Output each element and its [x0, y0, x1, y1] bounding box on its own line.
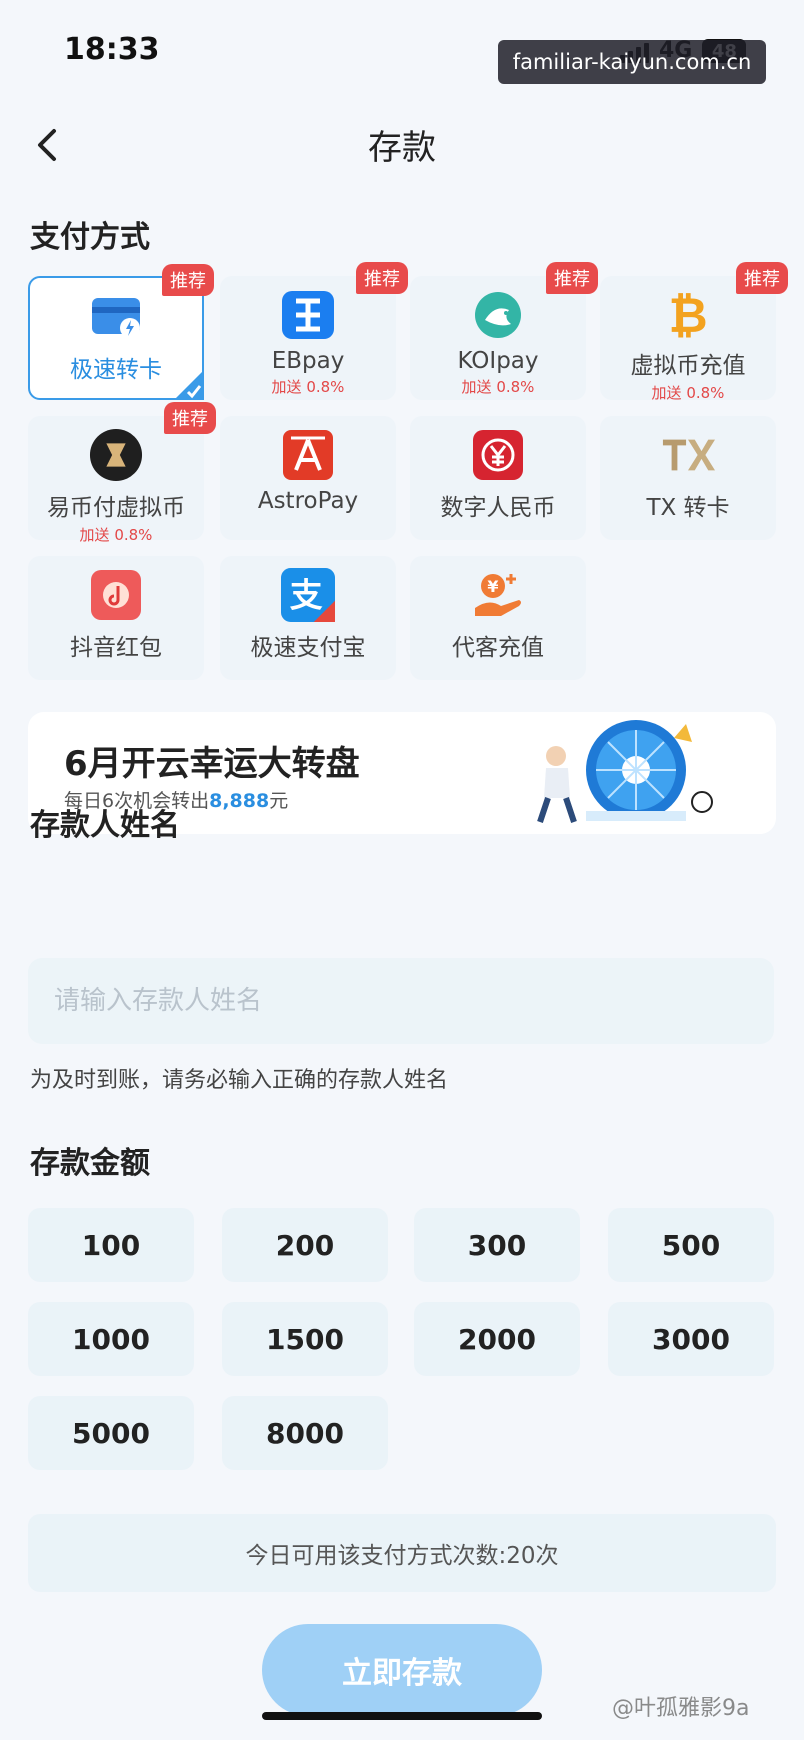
depositor-section-title: 存款人姓名: [30, 808, 180, 843]
payment-method-name: 数字人民币: [440, 495, 556, 521]
payment-method-card[interactable]: ¥ 代客充值: [410, 556, 586, 680]
amount-option[interactable]: 1000: [28, 1302, 194, 1376]
payment-method-name: KOIpay: [457, 348, 539, 374]
digital-rmb-icon: [471, 428, 525, 482]
payment-method-name: 虚拟币充值: [630, 353, 746, 379]
payment-method-name: 代客充值: [452, 635, 544, 661]
payment-method-name: EBpay: [271, 348, 345, 374]
amount-option[interactable]: 500: [608, 1208, 774, 1282]
payment-method-card[interactable]: 支 极速支付宝: [220, 556, 396, 680]
nav-bar: 存款: [0, 110, 804, 180]
yibifu-icon: [89, 428, 143, 482]
recommend-tag: 推荐: [546, 262, 598, 294]
lucky-wheel-illustration: [537, 720, 713, 823]
svg-text:₿: ₿: [668, 288, 707, 340]
amount-section-title: 存款金额: [30, 1146, 150, 1181]
amount-option[interactable]: 3000: [608, 1302, 774, 1376]
card-lightning-icon: [89, 290, 143, 344]
checkmark-icon: [174, 370, 204, 400]
ebpay-icon: [281, 288, 335, 342]
banner-title: 6月开云幸运大转盘: [64, 744, 360, 784]
status-bar: 18:33 4G 48 familiar-kaiyun.com.cn: [0, 0, 804, 100]
payment-method-card[interactable]: 极速转卡 推荐: [28, 264, 214, 400]
svg-text:支: 支: [290, 577, 323, 615]
amount-option[interactable]: 300: [414, 1208, 580, 1282]
payment-method-card[interactable]: KOIpay 加送 0.8% 推荐: [410, 262, 598, 400]
deposit-now-button[interactable]: 立即存款: [262, 1624, 542, 1716]
tx-icon: [661, 428, 715, 482]
recommend-tag: 推荐: [162, 264, 214, 296]
depositor-hint: 为及时到账，请务必输入正确的存款人姓名: [30, 1068, 449, 1093]
recommend-tag: 推荐: [356, 262, 408, 294]
recommend-tag: 推荐: [164, 402, 216, 434]
usage-limit-info: 今日可用该支付方式次数:20次: [28, 1514, 776, 1592]
payment-method-card[interactable]: ₿ 虚拟币充值 加送 0.8% 推荐: [600, 262, 788, 402]
payment-method-card[interactable]: 易币付虚拟币 加送 0.8% 推荐: [28, 402, 216, 544]
payment-method-name: 极速转卡: [70, 357, 162, 383]
payment-method-card[interactable]: 抖音红包: [28, 556, 204, 680]
amount-option[interactable]: 100: [28, 1208, 194, 1282]
amount-option[interactable]: 5000: [28, 1396, 194, 1470]
payment-method-name: 易币付虚拟币: [47, 495, 185, 521]
payment-bonus: 加送 0.8%: [271, 378, 345, 396]
url-overlay: familiar-kaiyun.com.cn: [498, 40, 766, 84]
payment-method-card[interactable]: 数字人民币: [410, 416, 586, 540]
payment-method-name: AstroPay: [257, 488, 359, 514]
status-time: 18:33: [64, 32, 160, 67]
payment-section-title: 支付方式: [30, 220, 150, 255]
bitcoin-icon: ₿: [661, 288, 715, 340]
recommend-tag: 推荐: [736, 262, 788, 294]
agent-recharge-icon: ¥: [471, 568, 525, 622]
payment-bonus: 加送 0.8%: [651, 384, 725, 402]
payment-method-card[interactable]: EBpay 加送 0.8% 推荐: [220, 262, 408, 400]
page-title: 存款: [368, 128, 436, 168]
banner-amount: 8,888: [209, 790, 270, 812]
koi-icon: [471, 288, 525, 342]
payment-bonus: 加送 0.8%: [461, 378, 535, 396]
alipay-icon: 支: [281, 568, 335, 622]
corner-watermark: @叶孤雅影9a: [612, 1696, 750, 1721]
payment-method-name: 抖音红包: [70, 635, 162, 661]
amount-option[interactable]: 2000: [414, 1302, 580, 1376]
payment-method-card[interactable]: AstroPay: [220, 416, 396, 540]
depositor-name-input[interactable]: [28, 958, 774, 1044]
payment-bonus: 加送 0.8%: [79, 526, 153, 544]
banner-sub-suffix: 元: [269, 790, 289, 812]
amount-option[interactable]: 1500: [222, 1302, 388, 1376]
payment-method-name: 极速支付宝: [250, 635, 366, 661]
home-indicator: [262, 1712, 542, 1720]
astropay-icon: [281, 428, 335, 482]
douyin-redpacket-icon: [89, 568, 143, 622]
amount-option[interactable]: 200: [222, 1208, 388, 1282]
payment-method-name: TX 转卡: [646, 495, 730, 521]
amount-option[interactable]: 8000: [222, 1396, 388, 1470]
svg-text:¥: ¥: [487, 577, 498, 596]
payment-method-card[interactable]: TX 转卡: [600, 416, 776, 540]
